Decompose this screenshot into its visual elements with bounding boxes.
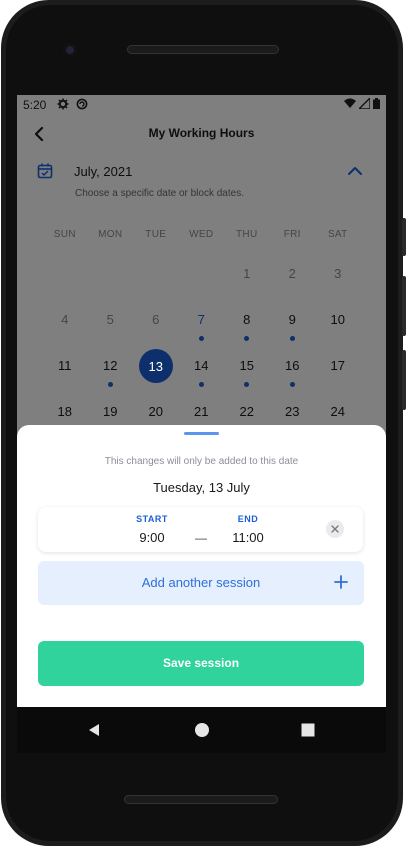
plus-icon	[334, 575, 348, 589]
top-speaker	[127, 45, 279, 54]
sheet-note: This changes will only be added to this …	[104, 456, 299, 467]
selected-date: Tuesday, 13 July	[153, 480, 250, 495]
add-session-button[interactable]: Add another session	[38, 561, 364, 605]
nav-home-icon[interactable]	[194, 722, 210, 738]
time-separator: —	[195, 531, 207, 545]
save-session-button[interactable]: Save session	[38, 641, 364, 686]
bottom-speaker	[124, 795, 278, 804]
start-time[interactable]: START 9:00	[122, 514, 182, 545]
start-value: 9:00	[139, 530, 165, 545]
android-nav-bar	[17, 707, 386, 753]
volume-button	[402, 218, 406, 256]
nav-back-icon[interactable]	[86, 722, 102, 738]
add-session-label: Add another session	[141, 575, 261, 590]
sheet-handle[interactable]	[184, 432, 219, 435]
front-camera	[63, 43, 77, 57]
bottom-sheet: This changes will only be added to this …	[17, 425, 386, 707]
end-value: 11:00	[232, 530, 264, 545]
nav-recents-icon[interactable]	[300, 722, 316, 738]
power-button	[402, 276, 406, 336]
end-label: END	[237, 514, 259, 524]
start-label: START	[136, 514, 168, 524]
side-button	[402, 350, 406, 410]
day-number: 13	[148, 359, 163, 374]
session-card: START 9:00 — END 11:00	[38, 507, 363, 552]
save-session-label: Save session	[162, 656, 240, 670]
close-icon[interactable]	[326, 520, 344, 538]
app-screen: 5:20 My Working Hours July, 2021	[17, 95, 386, 707]
end-time[interactable]: END 11:00	[218, 514, 278, 545]
